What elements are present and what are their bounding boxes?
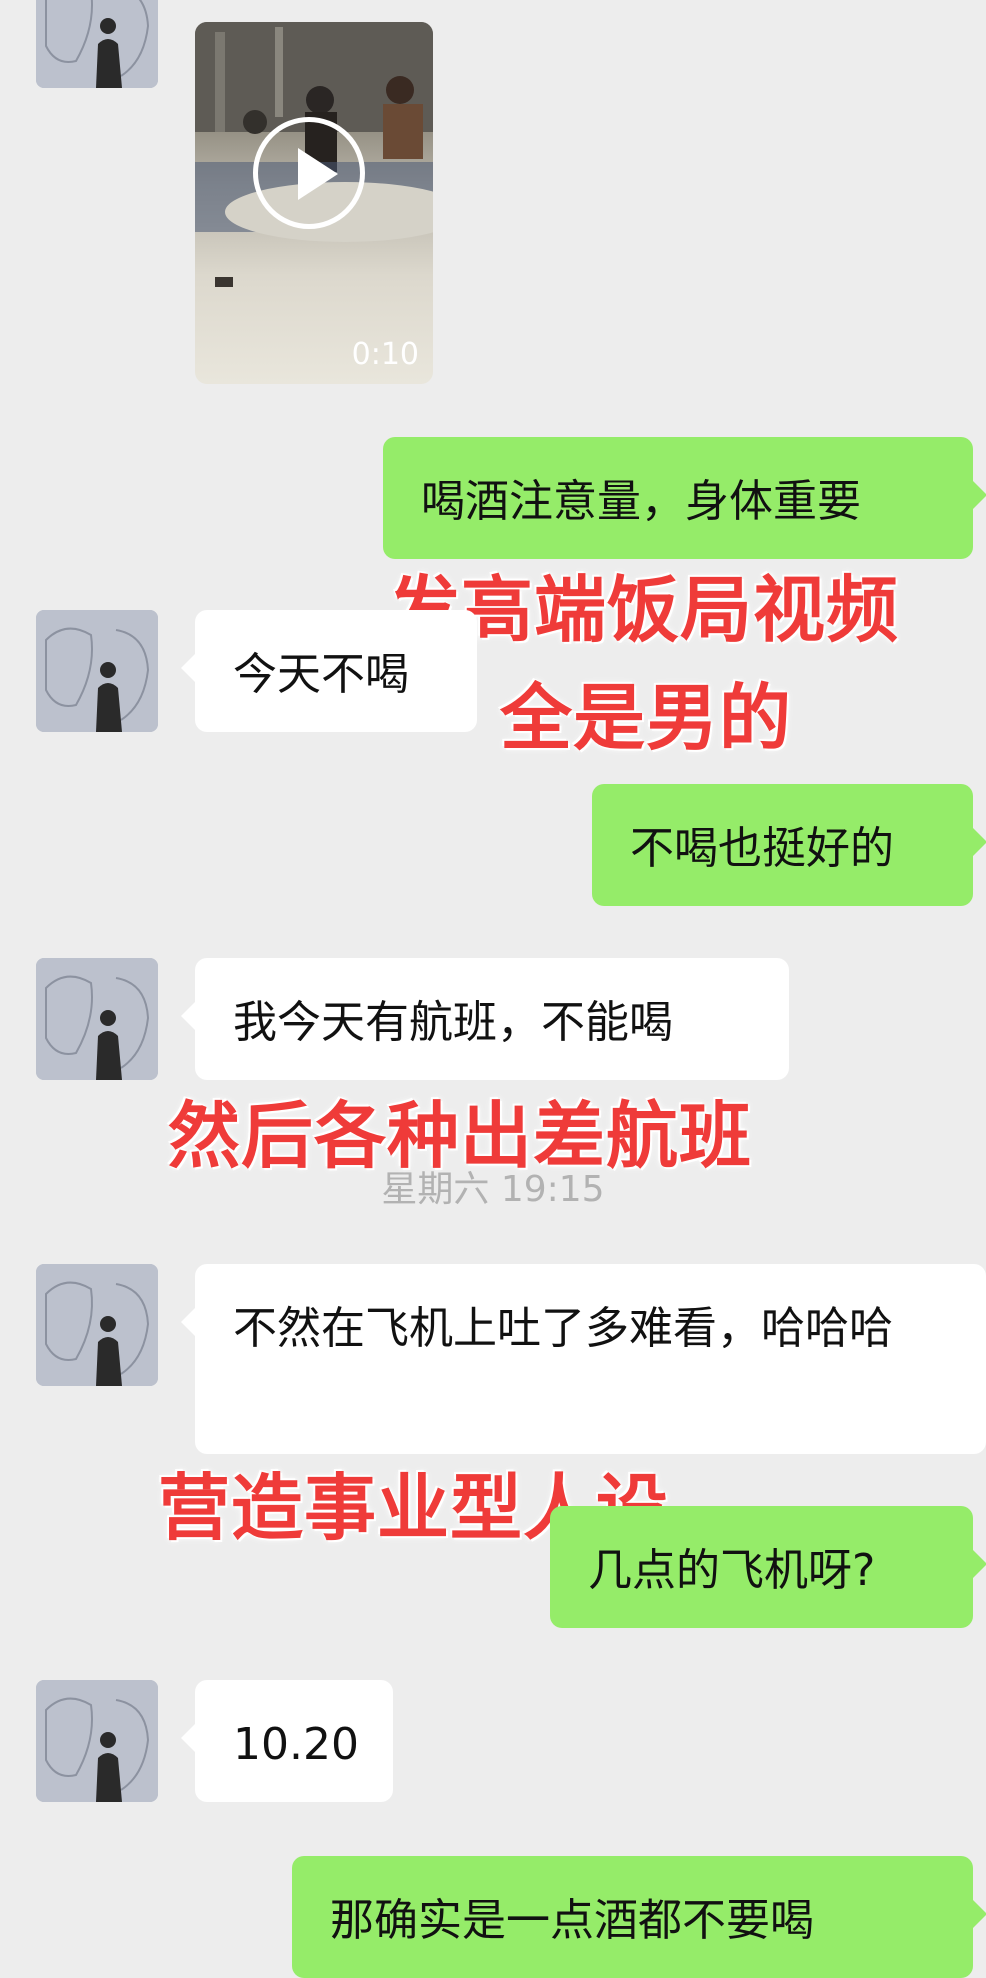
contact-avatar[interactable]: [36, 0, 158, 88]
message-text: 不然在飞机上吐了多难看，哈哈哈: [233, 1303, 893, 1354]
avatar-image: [36, 1264, 158, 1386]
contact-avatar[interactable]: [36, 610, 158, 732]
message-text: 几点的飞机呀?: [588, 1545, 876, 1596]
avatar-image: [36, 958, 158, 1080]
message-bubble-outgoing[interactable]: 不喝也挺好的: [592, 784, 986, 906]
message-text: 不喝也挺好的: [630, 823, 894, 874]
annotation-text: 全是男的: [500, 676, 793, 760]
annotation-text: 然后各种出差航班: [168, 1094, 753, 1178]
message-bubble-outgoing[interactable]: 那确实是一点酒都不要喝: [292, 1856, 986, 1978]
avatar-image: [36, 610, 158, 732]
video-duration: 0:10: [351, 337, 419, 372]
avatar-image: [36, 1680, 158, 1802]
video-message[interactable]: 0:10: [195, 22, 433, 384]
message-text: 喝酒注意量，身体重要: [421, 476, 861, 527]
message-text: 10.20: [233, 1719, 359, 1770]
message-bubble-incoming[interactable]: 我今天有航班，不能喝: [181, 958, 789, 1080]
message-text: 那确实是一点酒都不要喝: [330, 1895, 814, 1946]
message-bubble-incoming[interactable]: 10.20: [181, 1680, 393, 1802]
message-bubble-outgoing[interactable]: 几点的飞机呀?: [550, 1506, 986, 1628]
contact-avatar[interactable]: [36, 1680, 158, 1802]
contact-avatar[interactable]: [36, 958, 158, 1080]
contact-avatar[interactable]: [36, 1264, 158, 1386]
message-text: 今天不喝: [233, 649, 409, 700]
message-bubble-outgoing[interactable]: 喝酒注意量，身体重要: [383, 437, 986, 559]
message-text: 我今天有航班，不能喝: [233, 997, 673, 1048]
message-bubble-incoming[interactable]: 不然在飞机上吐了多难看，哈哈哈: [181, 1264, 986, 1454]
message-bubble-incoming[interactable]: 今天不喝: [181, 610, 477, 732]
avatar-image: [36, 0, 158, 88]
play-icon[interactable]: [253, 117, 365, 229]
